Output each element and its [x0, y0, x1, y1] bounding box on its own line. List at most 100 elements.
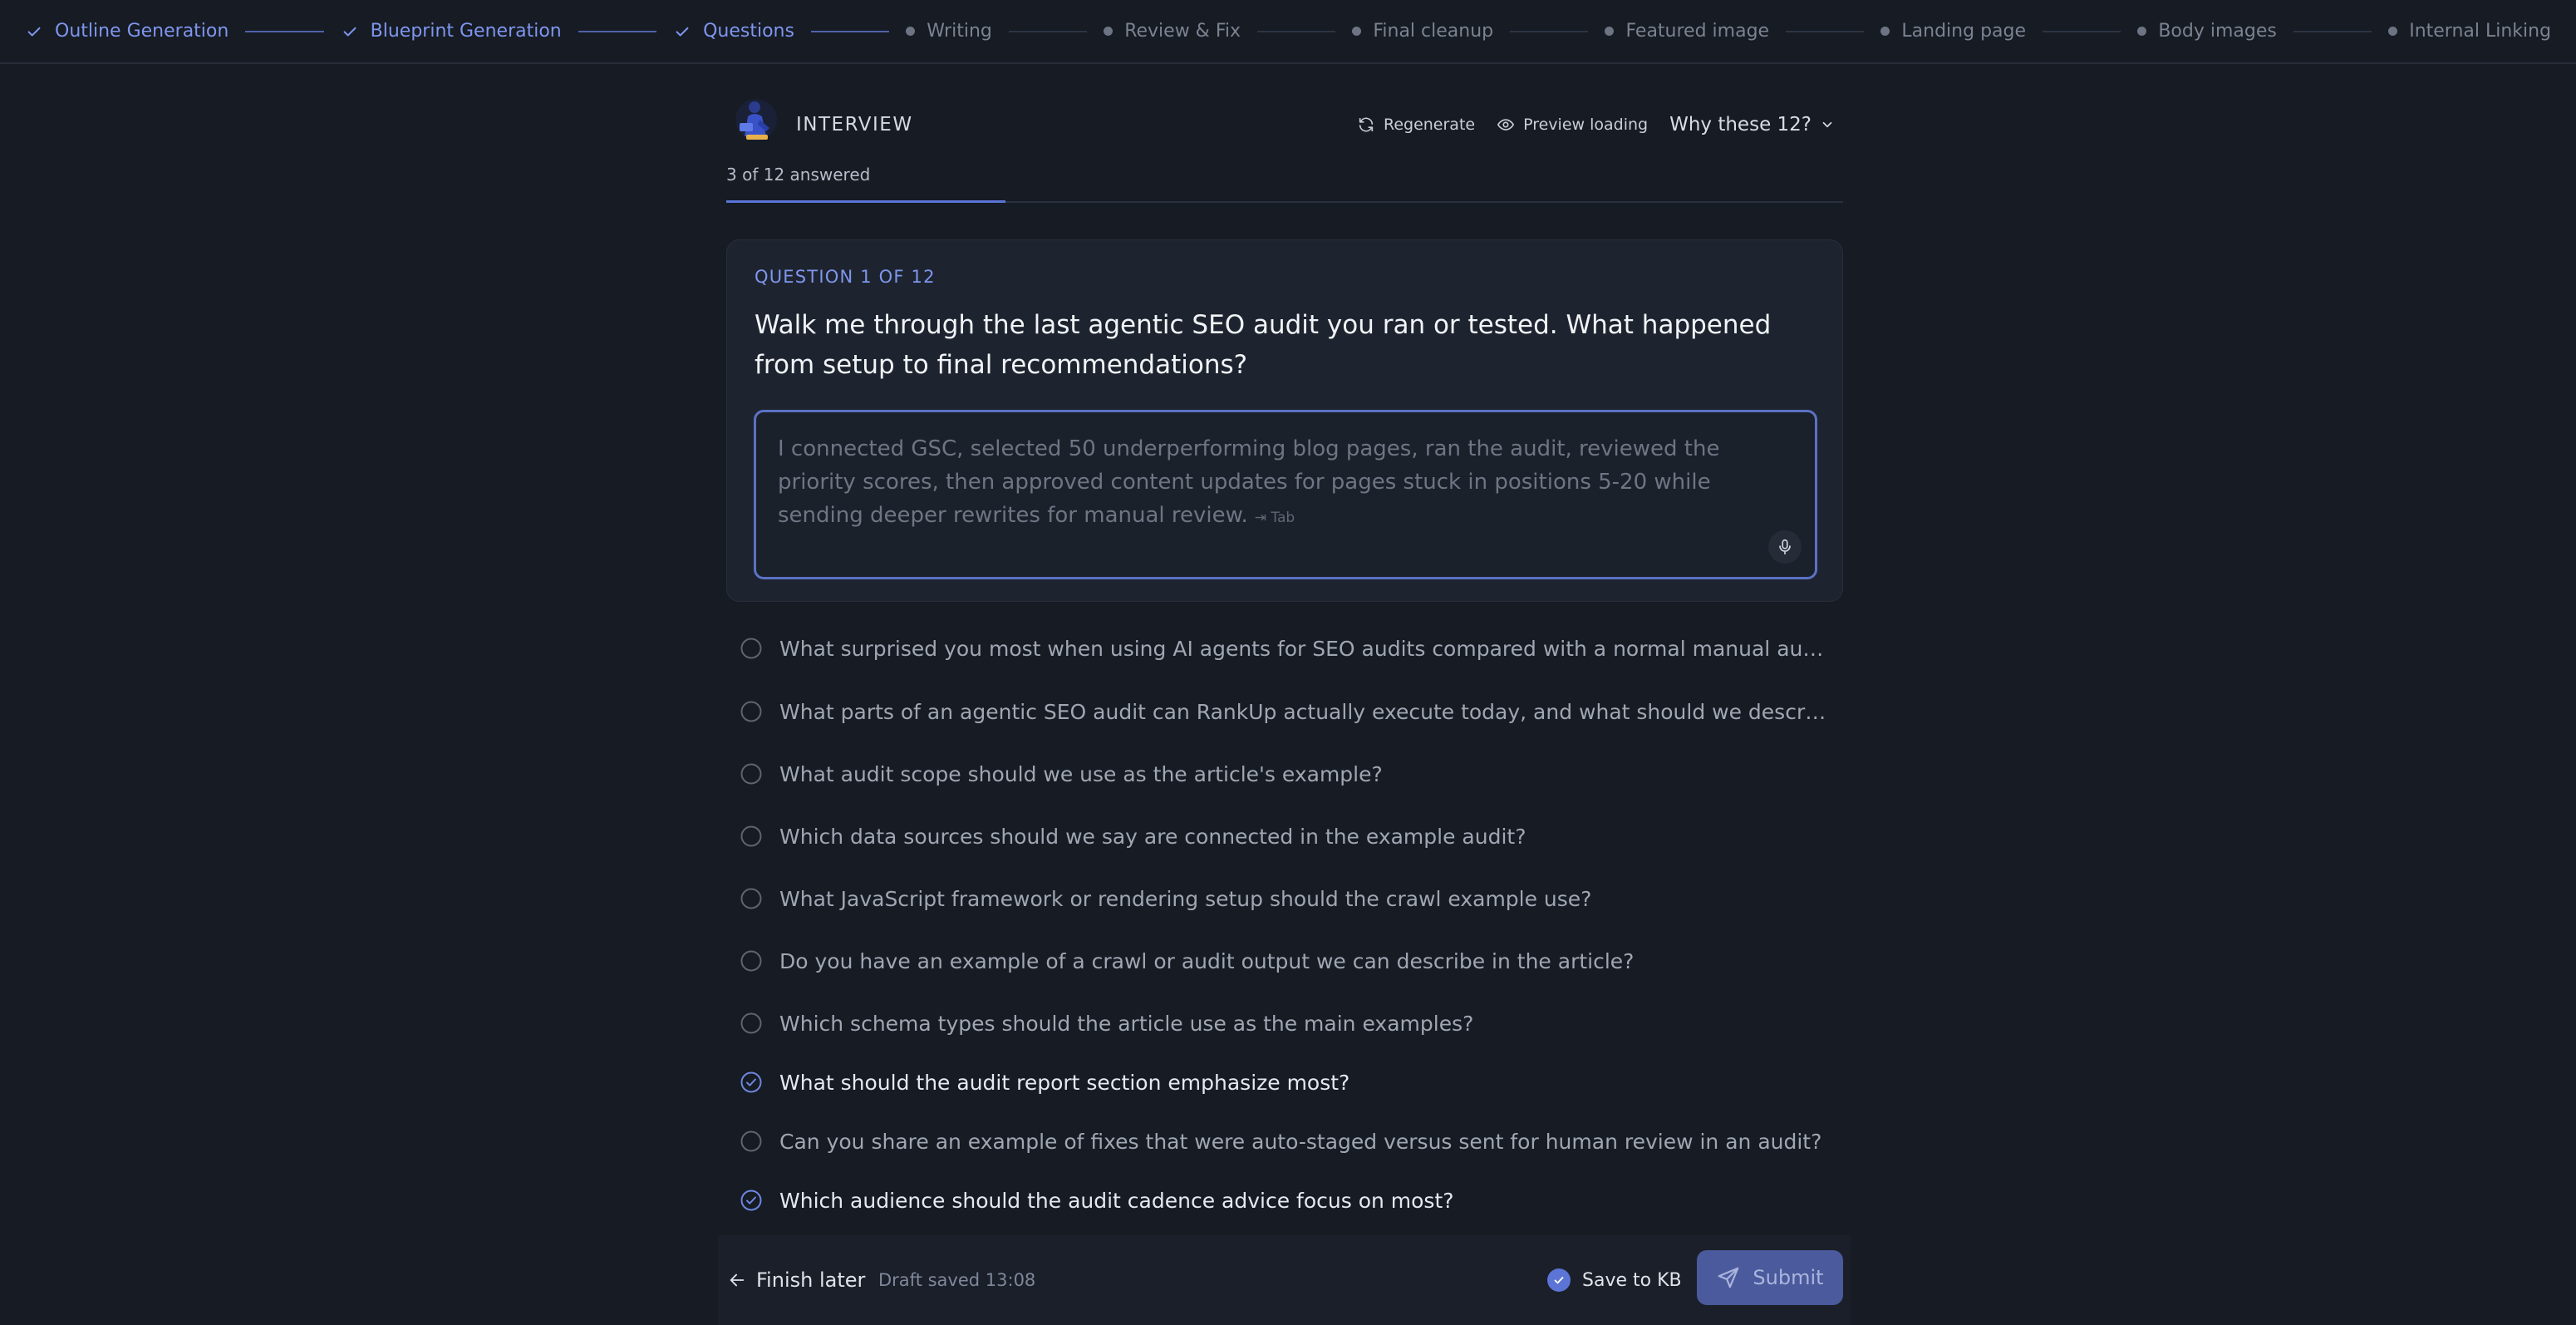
- step-dot-icon: [906, 27, 916, 36]
- question-list-text: What should the audit report section emp…: [779, 1070, 1350, 1095]
- question-list-item[interactable]: Can you share an example of fixes that w…: [740, 1125, 1828, 1158]
- step-label: Body images: [2158, 21, 2277, 42]
- arrow-left-icon: [730, 1273, 745, 1287]
- question-list-item[interactable]: Which schema types should the article us…: [740, 1007, 1828, 1040]
- why-these-label: Why these 12?: [1669, 114, 1812, 135]
- step-label: Final cleanup: [1373, 21, 1494, 42]
- step-label: Internal Linking: [2409, 21, 2552, 42]
- microphone-icon: [1779, 539, 1791, 555]
- step-dot-icon: [2388, 27, 2398, 36]
- chevron-down-icon: [1822, 121, 1832, 128]
- question-list-item[interactable]: What JavaScript framework or rendering s…: [740, 882, 1828, 915]
- step-label: Questions: [703, 21, 794, 42]
- question-list-item[interactable]: Do you have an example of a crawl or aud…: [740, 944, 1828, 978]
- question-list-text: What surprised you most when using AI ag…: [779, 636, 1828, 661]
- step-dot-icon: [1104, 27, 1113, 36]
- step-connector: [245, 30, 324, 32]
- question-list-item[interactable]: What should the audit report section emp…: [740, 1066, 1828, 1099]
- circle-empty-icon: [740, 763, 762, 785]
- step-label: Featured image: [1625, 21, 1770, 42]
- step-label: Landing page: [1901, 21, 2027, 42]
- progress-fill: [726, 200, 1005, 203]
- save-to-kb-checkbox[interactable]: Save to KB: [1547, 1268, 1682, 1292]
- check-icon: [27, 27, 41, 37]
- step-connector: [1510, 30, 1589, 32]
- step-dot-icon: [1605, 27, 1615, 36]
- answer-placeholder: I connected GSC, selected 50 underperfor…: [778, 432, 1775, 534]
- progress-label: 3 of 12 answered: [726, 165, 871, 185]
- submit-label: Submit: [1753, 1266, 1824, 1289]
- step-review-fix[interactable]: Review & Fix: [1104, 21, 1241, 42]
- question-list-text: Do you have an example of a crawl or aud…: [779, 948, 1635, 973]
- question-text: Walk me through the last agentic SEO aud…: [755, 310, 1772, 380]
- circle-empty-icon: [740, 888, 762, 909]
- send-icon: [1718, 1267, 1739, 1288]
- step-label: Outline Generation: [55, 21, 229, 42]
- circle-empty-icon: [740, 825, 762, 847]
- step-connector: [1257, 30, 1336, 32]
- question-counter: QUESTION 1 OF 12: [755, 267, 936, 287]
- question-list-text: What JavaScript framework or rendering s…: [779, 886, 1592, 911]
- step-connector: [1008, 30, 1088, 32]
- step-label: Writing: [927, 21, 992, 42]
- question-list-item[interactable]: What parts of an agentic SEO audit can R…: [740, 695, 1828, 728]
- submit-button[interactable]: Submit: [1697, 1250, 1843, 1305]
- step-final-cleanup[interactable]: Final cleanup: [1352, 21, 1493, 42]
- question-list-item[interactable]: What surprised you most when using AI ag…: [740, 632, 1828, 665]
- step-connector: [2043, 30, 2121, 32]
- question-list-text: What audit scope should we use as the ar…: [779, 761, 1383, 786]
- regenerate-label: Regenerate: [1383, 116, 1476, 134]
- tab-hint: ⇥ Tab: [1254, 510, 1295, 526]
- circle-empty-icon: [740, 950, 762, 972]
- check-icon: [676, 27, 689, 37]
- draft-status: Draft saved 13:08: [878, 1270, 1036, 1290]
- interview-title: INTERVIEW: [796, 114, 913, 135]
- question-list-text: Which data sources should we say are con…: [779, 824, 1526, 849]
- current-question-card: QUESTION 1 OF 12 Walk me through the las…: [726, 239, 1843, 602]
- question-list-text: What parts of an agentic SEO audit can R…: [779, 699, 1828, 724]
- step-outline-generation[interactable]: Outline Generation: [25, 21, 229, 42]
- circle-check-icon: [740, 1190, 762, 1211]
- footer-bar: Finish later Draft saved 13:08 Save to K…: [718, 1235, 1851, 1325]
- step-connector: [810, 30, 890, 32]
- progress-stepper: Outline Generation Blueprint Generation …: [0, 0, 2576, 64]
- step-body-images[interactable]: Body images: [2137, 21, 2277, 42]
- step-landing-page[interactable]: Landing page: [1880, 21, 2026, 42]
- step-dot-icon: [2137, 27, 2147, 36]
- step-connector: [2293, 30, 2372, 32]
- step-featured-image[interactable]: Featured image: [1605, 21, 1769, 42]
- circle-empty-icon: [740, 1012, 762, 1034]
- finish-later-label: Finish later: [756, 1268, 866, 1292]
- step-internal-linking[interactable]: Internal Linking: [2388, 21, 2551, 42]
- header-actions: Regenerate Preview loading Why these 12?: [1357, 114, 1835, 135]
- step-dot-icon: [1880, 27, 1890, 36]
- question-list-text: Which audience should the audit cadence …: [779, 1188, 1454, 1213]
- step-connector: [578, 30, 657, 32]
- microphone-button[interactable]: [1768, 530, 1802, 564]
- circle-check-icon: [740, 1071, 762, 1093]
- placeholder-text: I connected GSC, selected 50 underperfor…: [778, 436, 1720, 528]
- question-list-text: Which schema types should the article us…: [779, 1011, 1474, 1036]
- circle-empty-icon: [740, 638, 762, 659]
- checkbox-checked-icon: [1547, 1268, 1571, 1292]
- step-dot-icon: [1352, 27, 1362, 36]
- save-to-kb-label: Save to KB: [1582, 1269, 1682, 1291]
- avatar: [735, 99, 777, 140]
- question-list-item[interactable]: What audit scope should we use as the ar…: [740, 757, 1828, 791]
- finish-later-button[interactable]: Finish later: [728, 1268, 865, 1292]
- check-icon: [343, 27, 356, 37]
- preview-loading-label: Preview loading: [1523, 116, 1649, 134]
- interview-header: INTERVIEW Regenerate Preview loading Why…: [726, 95, 1843, 155]
- step-label: Review & Fix: [1124, 21, 1241, 42]
- question-list-item[interactable]: Which data sources should we say are con…: [740, 820, 1828, 853]
- circle-empty-icon: [740, 1130, 762, 1152]
- step-writing[interactable]: Writing: [906, 21, 992, 42]
- step-blueprint-generation[interactable]: Blueprint Generation: [341, 21, 562, 42]
- why-these-dropdown[interactable]: Why these 12?: [1669, 114, 1835, 135]
- regenerate-button[interactable]: Regenerate: [1357, 116, 1475, 134]
- refresh-icon: [1359, 117, 1374, 132]
- preview-loading-button[interactable]: Preview loading: [1497, 116, 1648, 134]
- step-questions[interactable]: Questions: [673, 21, 794, 42]
- answer-textarea[interactable]: I connected GSC, selected 50 underperfor…: [754, 410, 1817, 579]
- question-list-item[interactable]: Which audience should the audit cadence …: [740, 1184, 1828, 1217]
